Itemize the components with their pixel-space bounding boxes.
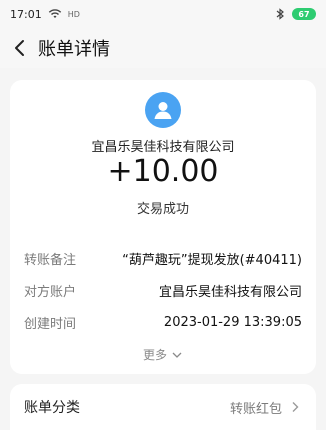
category-right: 转账红包: [230, 398, 302, 417]
detail-row-time: 创建时间 2023-01-29 13:39:05: [24, 312, 302, 332]
merchant-name: 宜昌乐昊佳科技有限公司: [91, 140, 235, 155]
more-button[interactable]: 更多: [10, 346, 316, 363]
chevron-right-icon: [292, 402, 299, 412]
clock: 17:01: [10, 7, 42, 21]
transaction-status: 交易成功: [136, 202, 189, 217]
category-label: 账单分类: [24, 400, 80, 416]
detail-value: 宜昌乐昊佳科技有限公司: [158, 284, 302, 300]
detail-row-account: 对方账户 宜昌乐昊佳科技有限公司: [24, 280, 302, 300]
page-title: 账单详情: [38, 39, 110, 60]
status-left: 17:01 HD: [10, 8, 80, 21]
battery-icon: 67: [292, 8, 316, 20]
header: 账单详情: [0, 28, 326, 68]
status-bar: 17:01 HD 67: [0, 0, 326, 28]
detail-value: 2023-01-29 13:39:05: [163, 314, 302, 330]
chevron-down-icon: [172, 352, 182, 358]
avatar: [145, 92, 181, 128]
network-tag: HD: [67, 9, 80, 19]
back-arrow-icon[interactable]: [10, 38, 30, 58]
user-avatar-icon: [154, 102, 172, 119]
more-label: 更多: [142, 348, 167, 362]
transaction-card: 宜昌乐昊佳科技有限公司 +10.00 交易成功 转账备注 “葫芦趣玩”提现发放(…: [10, 80, 316, 374]
detail-value: “葫芦趣玩”提现发放(#40411): [122, 252, 302, 268]
category-value: 转账红包: [229, 401, 282, 417]
bluetooth-icon: [276, 8, 284, 20]
detail-label: 创建时间: [24, 316, 77, 332]
detail-label: 对方账户: [24, 284, 77, 300]
amount: +10.00: [107, 154, 219, 189]
bill-category-row[interactable]: 账单分类 转账红包: [10, 384, 316, 430]
wifi-icon: [48, 9, 61, 18]
detail-row-note: 转账备注 “葫芦趣玩”提现发放(#40411): [24, 248, 302, 268]
detail-label: 转账备注: [24, 252, 77, 268]
status-right: 67: [274, 8, 316, 20]
